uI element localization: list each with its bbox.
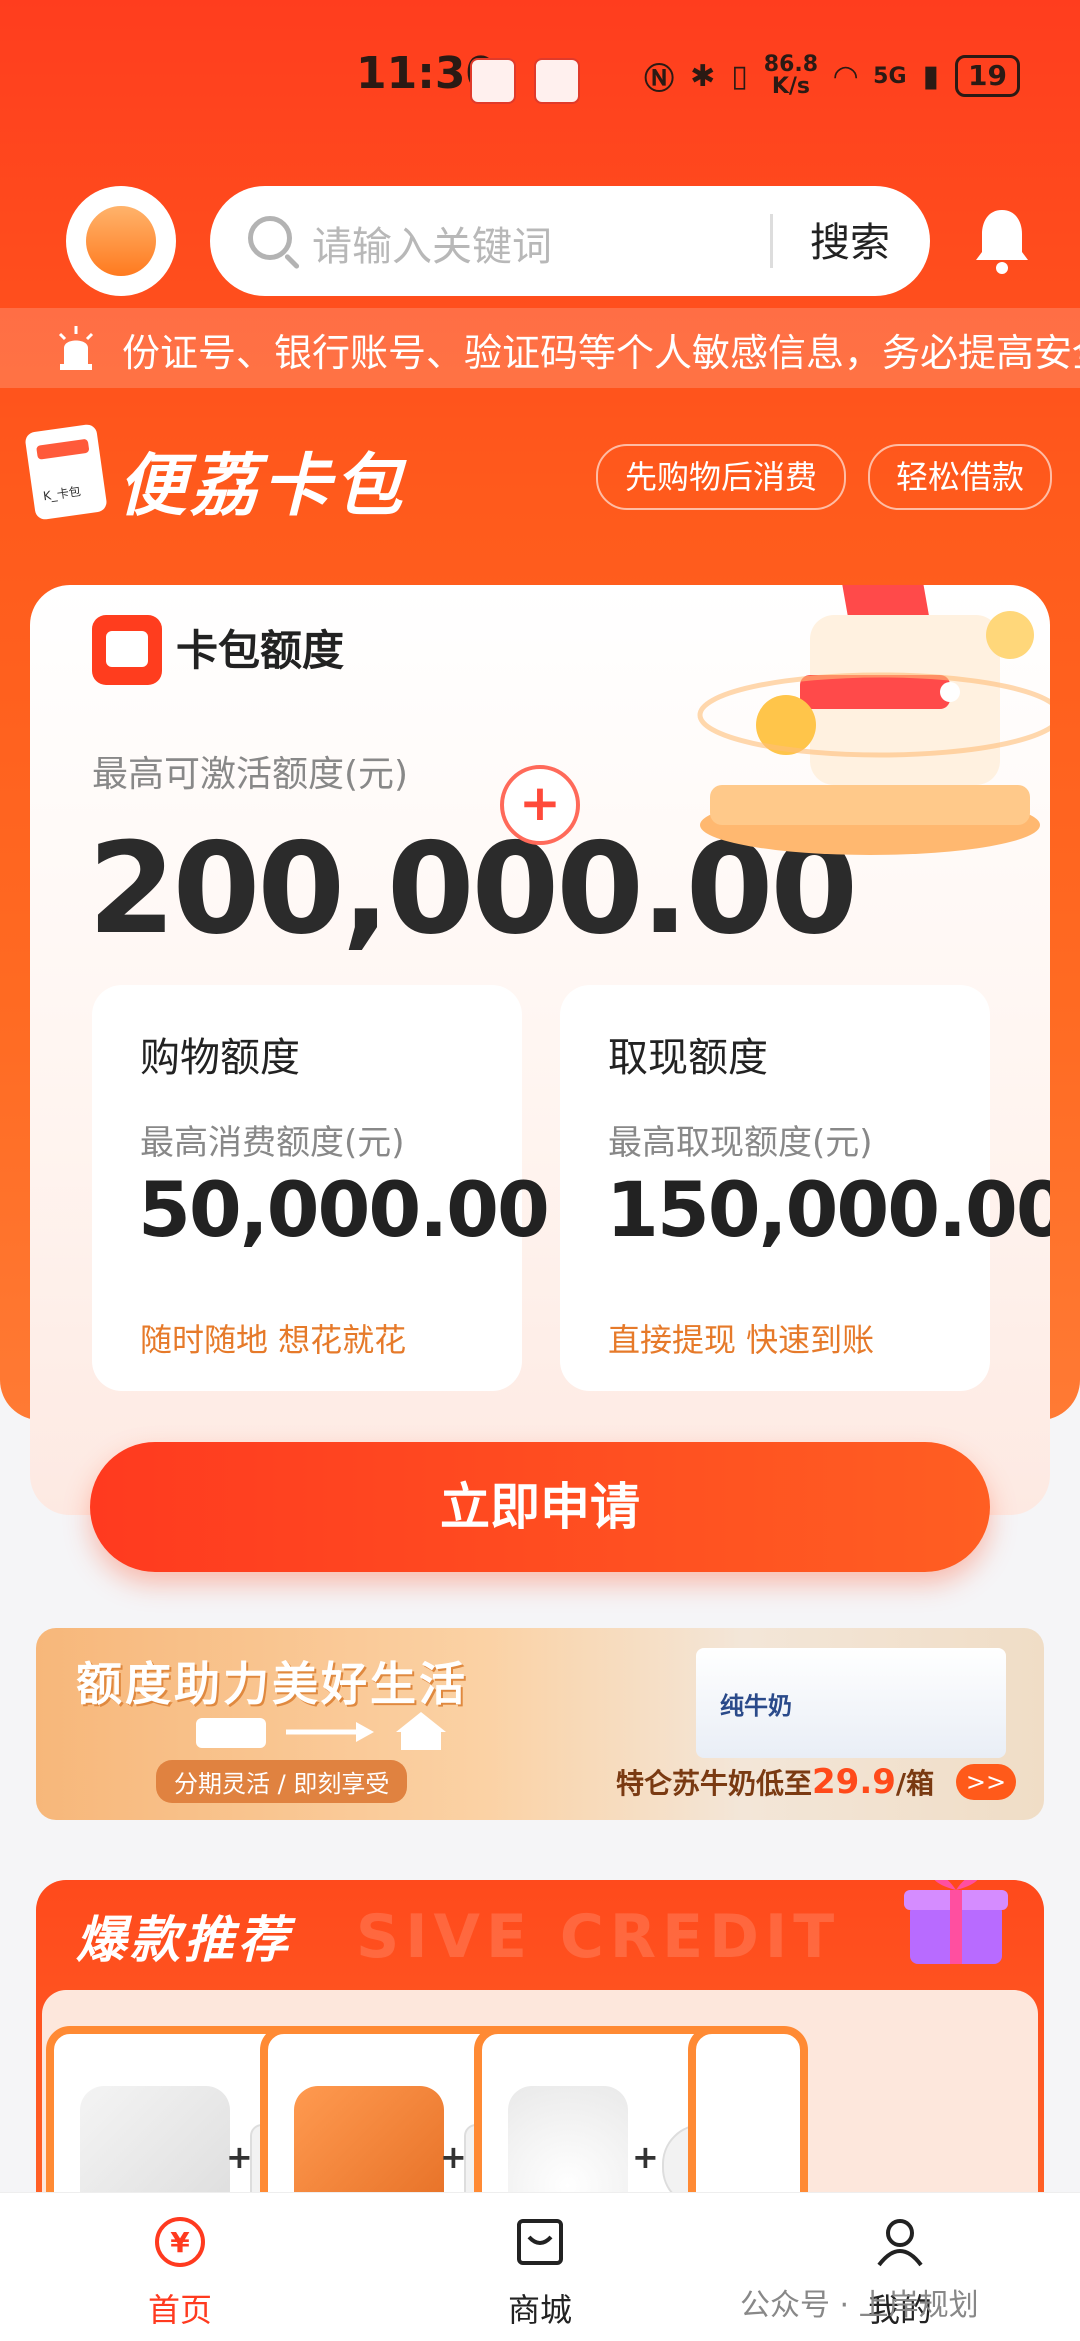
plus-icon: + <box>632 2138 659 2176</box>
banner-promo-prefix: 特仑苏牛奶低至 <box>616 1767 813 1800</box>
hot-recommend-bg-text: SIVE CREDIT <box>356 1902 841 1972</box>
shopping-limit-title: 购物额度 <box>140 1035 300 1081</box>
tab-mall-label: 商城 <box>507 2291 572 2329</box>
search-button[interactable]: 搜索 <box>810 210 890 268</box>
gift-box-icon <box>904 1880 1008 1964</box>
search-bar[interactable]: 请输入关键词 搜索 <box>210 186 930 296</box>
tab-home-label: 首页 <box>147 2291 212 2329</box>
status-bar: 11:30 Ⓝ ✱ ▯ 86.8 K/s ◠ 5G ▮ 19 <box>0 40 1080 120</box>
max-limit-label: 最高可激活额度(元) <box>92 754 409 795</box>
wallet-illustration-icon <box>697 585 1050 855</box>
card-to-home-icon <box>196 1712 446 1750</box>
milk-product-image: 纯牛奶 <box>696 1648 1006 1758</box>
signal-icon: ▮ <box>922 58 940 94</box>
cash-limit-title: 取现额度 <box>608 1035 768 1081</box>
banner-promo-suffix: /箱 <box>895 1767 935 1800</box>
watermark: 公众号 · 上岸规划 <box>740 2288 979 2323</box>
banner-promo-text: 特仑苏牛奶低至29.9/箱 <box>616 1762 934 1802</box>
plus-icon: + <box>500 765 580 845</box>
shopping-limit-card[interactable]: 购物额度 最高消费额度(元) 50,000.00 随时随地 想花就花 <box>92 985 550 1391</box>
notice-text: 份证号、银行账号、验证码等个人敏感信息，务必提高安全 <box>122 331 1080 375</box>
status-app-icons <box>470 58 580 104</box>
banner-subtitle: 分期灵活 / 即刻享受 <box>156 1760 408 1803</box>
nfc-icon: Ⓝ <box>644 62 675 97</box>
shopping-limit-value: 50,000.00 <box>138 1165 550 1254</box>
alarm-icon <box>58 326 94 370</box>
cash-limit-value: 150,000.00 <box>606 1165 1050 1254</box>
plus-icon: + <box>226 2138 253 2176</box>
banner-title: 额度助力美好生活 <box>76 1657 468 1711</box>
apply-now-button[interactable]: 立即申请 <box>90 1442 990 1572</box>
network-speed-unit: K/s <box>771 74 811 99</box>
credit-card-panel: 卡包额度 最高可激活额度(元) 200,000.00 购物额度 最高消费额度(元… <box>30 585 1050 1515</box>
tab-home[interactable]: ¥ 首页 <box>90 2215 270 2331</box>
pill-shop-first[interactable]: 先购物后消费 <box>596 444 846 510</box>
brand-name: 便荔卡包 <box>118 447 407 526</box>
banner-go-button[interactable]: >> <box>956 1764 1016 1800</box>
shop-icon <box>517 2219 563 2265</box>
bluetooth-icon: ✱ <box>690 58 716 94</box>
plus-icon: + <box>440 2138 467 2176</box>
search-icon <box>248 216 292 260</box>
shopping-limit-tag: 随时随地 想花就花 <box>140 1321 407 1359</box>
avatar[interactable] <box>66 186 176 296</box>
vibrate-icon: ▯ <box>731 58 748 94</box>
avatar-icon <box>86 206 156 276</box>
pill-easy-loan[interactable]: 轻松借款 <box>868 444 1052 510</box>
network-speed: 86.8 K/s <box>764 54 818 98</box>
tab-mall[interactable]: 商城 <box>450 2215 630 2331</box>
svg-text:¥: ¥ <box>170 2226 190 2259</box>
wallet-small-icon <box>92 615 162 685</box>
banner-promo-price: 29.9 <box>812 1762 896 1802</box>
milk-label: 纯牛奶 <box>720 1692 792 1720</box>
wallet-logo-icon <box>24 423 108 521</box>
status-icons: Ⓝ ✱ ▯ 86.8 K/s ◠ 5G ▮ 19 <box>644 54 1020 98</box>
shopping-limit-label: 最高消费额度(元) <box>140 1123 405 1163</box>
battery-indicator: 19 <box>955 55 1020 97</box>
cash-limit-tag: 直接提现 快速到账 <box>608 1321 875 1359</box>
bell-icon[interactable] <box>972 206 1032 276</box>
signal-type: 5G <box>873 63 907 89</box>
promo-banner[interactable]: 额度助力美好生活 分期灵活 / 即刻享受 纯牛奶 特仑苏牛奶低至29.9/箱 >… <box>36 1628 1044 1820</box>
search-input[interactable]: 请输入关键词 <box>312 214 552 272</box>
notification-app-icon <box>534 58 580 104</box>
hot-recommend-title: 爆款推荐 <box>76 1911 292 1969</box>
cash-limit-label: 最高取现额度(元) <box>608 1123 873 1163</box>
search-divider <box>770 214 773 268</box>
notification-app-icon <box>470 58 516 104</box>
card-title: 卡包额度 <box>176 626 345 675</box>
user-icon <box>877 2219 923 2267</box>
yuan-icon: ¥ <box>155 2217 205 2267</box>
cash-limit-card[interactable]: 取现额度 最高取现额度(元) 150,000.00 直接提现 快速到账 <box>560 985 1050 1391</box>
notice-bar: 份证号、银行账号、验证码等个人敏感信息，务必提高安全 <box>0 308 1080 388</box>
wifi-icon: ◠ <box>834 58 858 94</box>
